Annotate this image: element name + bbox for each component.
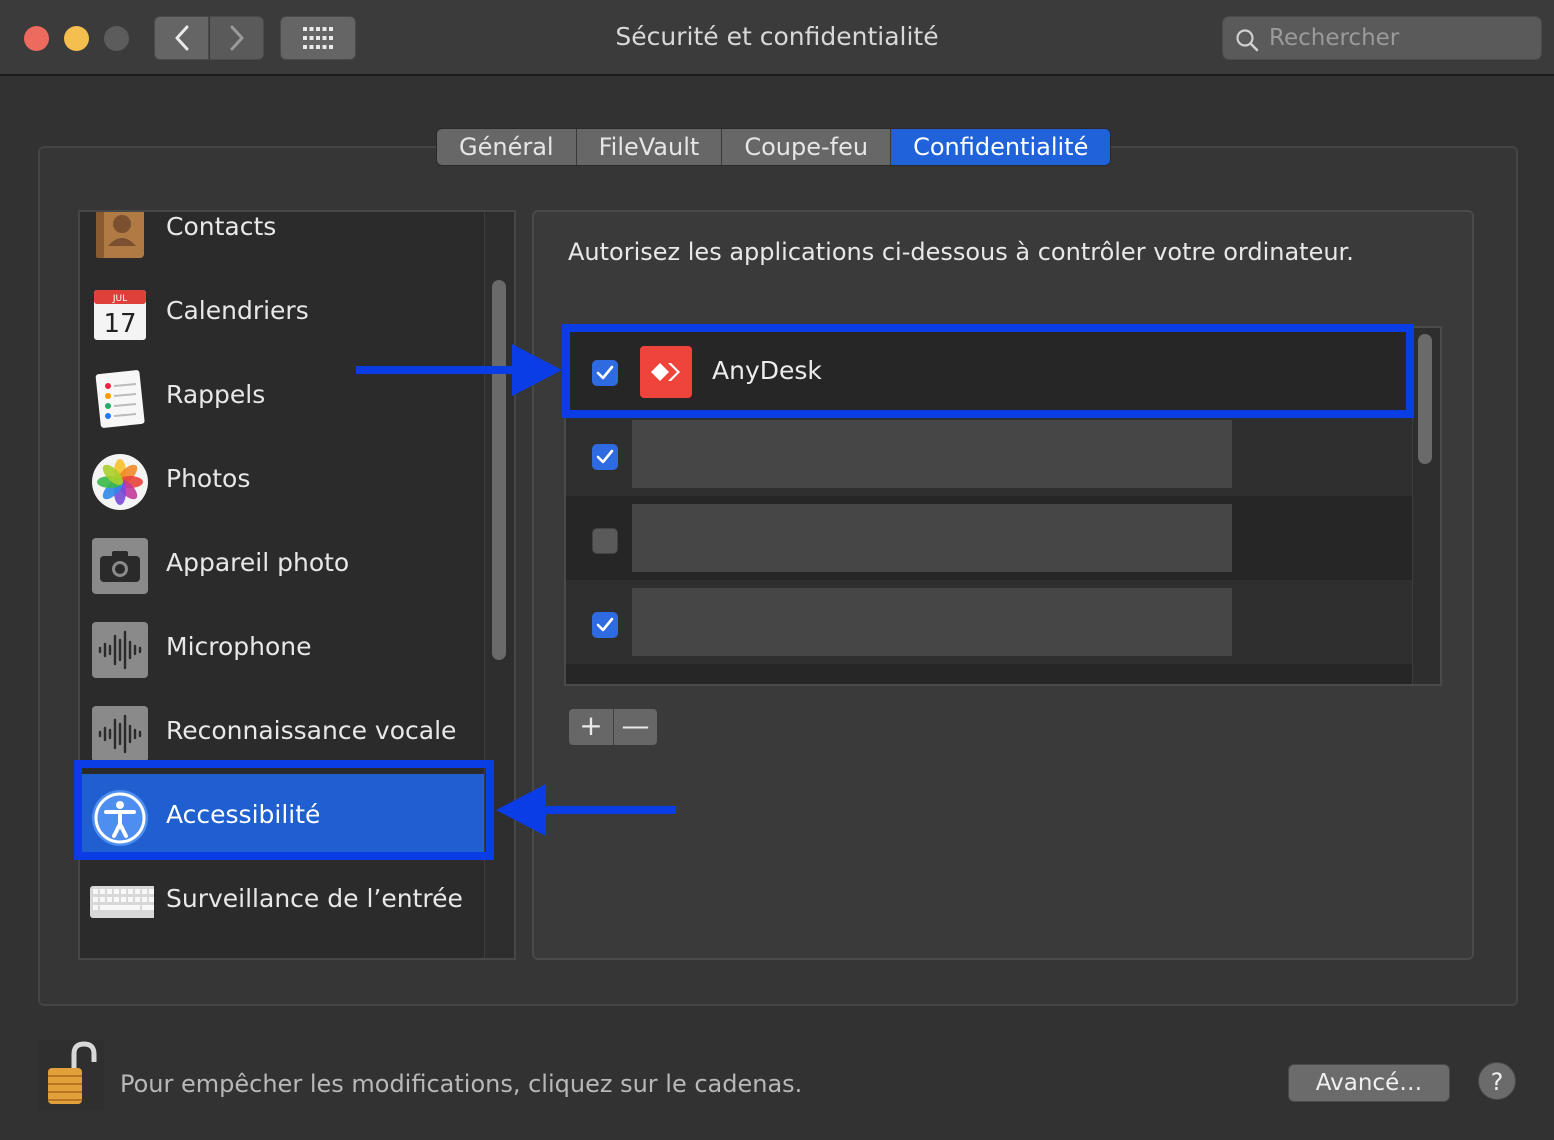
app-row[interactable]: [566, 496, 1412, 580]
sidebar-item-microphone[interactable]: Microphone: [80, 606, 484, 690]
accessibility-icon: [92, 790, 148, 846]
sidebar-item-speech-recognition[interactable]: Reconnaissance vocale: [80, 690, 484, 774]
app-row[interactable]: [566, 580, 1412, 664]
lock-hint-text: Pour empêcher les modifications, cliquez…: [120, 1070, 803, 1098]
sidebar-item-photos[interactable]: Photos: [80, 438, 484, 522]
sidebar-item-label: Reconnaissance vocale: [166, 716, 457, 745]
privacy-category-list[interactable]: Contacts JUL 17 Calendriers Rappels Photo…: [78, 210, 516, 960]
sidebar-item-label: Surveillance de l’entrée: [166, 884, 463, 913]
sidebar-item-calendars[interactable]: JUL 17 Calendriers: [80, 270, 484, 354]
sidebar-item-label: Rappels: [166, 380, 266, 409]
speech-recognition-icon: [92, 706, 148, 762]
app-name: AnyDesk: [712, 356, 822, 385]
microphone-icon: [92, 622, 148, 678]
tab-firewall[interactable]: Coupe-feu: [722, 129, 892, 165]
contacts-icon: [96, 212, 144, 258]
svg-text:17: 17: [103, 309, 136, 339]
tab-filevault[interactable]: FileVault: [576, 129, 723, 165]
tab-privacy[interactable]: Confidentialité: [891, 129, 1111, 165]
photos-icon: [92, 454, 148, 510]
redacted-app-name: [632, 420, 1232, 488]
add-app-button[interactable]: +: [569, 709, 613, 745]
unlocked-padlock-icon[interactable]: [38, 1040, 104, 1110]
sidebar-item-label: Calendriers: [166, 296, 309, 325]
redacted-app-name: [632, 504, 1232, 572]
anydesk-icon: [640, 346, 692, 398]
app-row[interactable]: [566, 664, 1412, 684]
app-list-scrollbar[interactable]: [1418, 334, 1432, 464]
sidebar-item-label: Contacts: [166, 212, 277, 241]
app-row-anydesk[interactable]: AnyDesk: [566, 328, 1412, 412]
app-checkbox[interactable]: [592, 528, 618, 554]
sidebar-item-reminders[interactable]: Rappels: [80, 354, 484, 438]
help-button[interactable]: ?: [1478, 1062, 1516, 1100]
app-row[interactable]: [566, 412, 1412, 496]
sidebar-item-label: Microphone: [166, 632, 312, 661]
advanced-button[interactable]: Avancé…: [1288, 1064, 1450, 1102]
app-checkbox[interactable]: [592, 444, 618, 470]
title-bar: Sécurité et confidentialité: [0, 0, 1554, 76]
search-icon: [1236, 29, 1259, 52]
camera-icon: [92, 538, 148, 594]
sidebar-item-contacts[interactable]: Contacts: [80, 212, 484, 270]
app-checkbox[interactable]: [592, 360, 618, 386]
sidebar-item-label: Appareil photo: [166, 548, 350, 577]
redacted-app-name: [632, 588, 1232, 656]
tab-general[interactable]: Général: [437, 129, 577, 165]
sidebar-scrollbar[interactable]: [492, 280, 506, 660]
sidebar-item-label: Photos: [166, 464, 251, 493]
keyboard-icon: [90, 886, 154, 918]
checkmark-icon: [596, 617, 614, 632]
checkmark-icon: [596, 365, 614, 380]
panel-description: Autorisez les applications ci-dessous à …: [568, 238, 1354, 266]
app-list[interactable]: AnyDesk: [564, 326, 1442, 686]
sidebar-item-input-monitoring[interactable]: Surveillance de l’entrée: [80, 858, 484, 942]
svg-text:JUL: JUL: [112, 294, 127, 304]
remove-app-button[interactable]: —: [612, 709, 657, 745]
sidebar-item-camera[interactable]: Appareil photo: [80, 522, 484, 606]
search-field[interactable]: [1222, 16, 1542, 60]
checkmark-icon: [596, 449, 614, 464]
app-checkbox[interactable]: [592, 612, 618, 638]
reminders-icon: [95, 370, 145, 428]
sidebar-item-accessibility[interactable]: Accessibilité: [80, 774, 484, 858]
tab-bar: Général FileVault Coupe-feu Confidential…: [436, 128, 1112, 166]
add-remove-buttons: + —: [568, 708, 658, 746]
search-input[interactable]: [1269, 23, 1529, 53]
calendar-icon: JUL 17: [94, 290, 146, 340]
sidebar-item-label: Accessibilité: [166, 800, 321, 829]
